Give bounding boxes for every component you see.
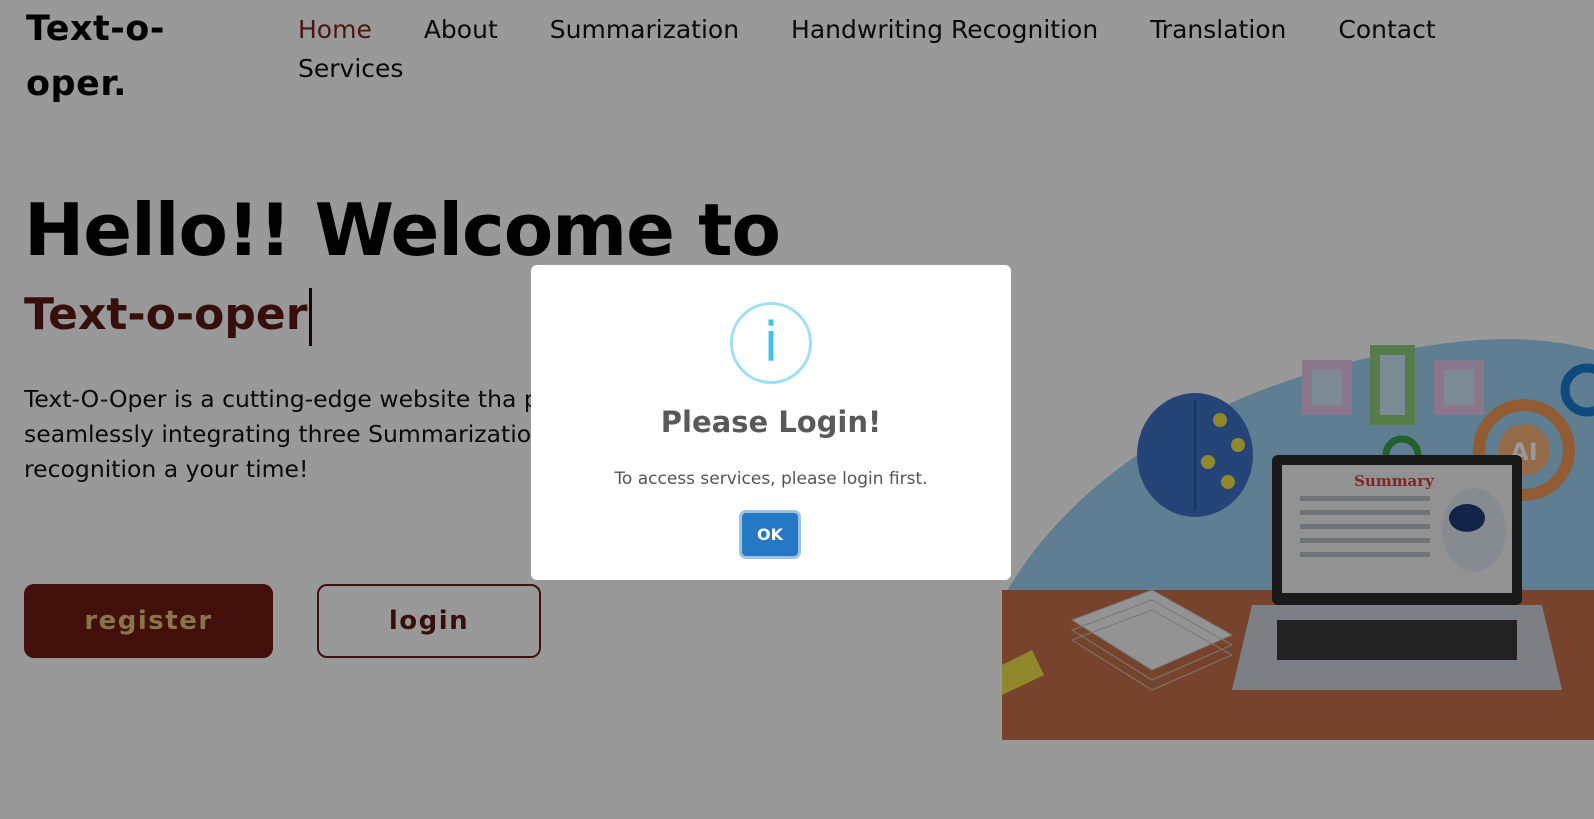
- dialog-message: To access services, please login first.: [614, 469, 928, 489]
- ok-button[interactable]: OK: [742, 513, 798, 556]
- info-icon: i: [730, 302, 812, 384]
- page: Text-o-oper. Home About Summarization Handw…: [0, 0, 1594, 819]
- dialog-title: Please Login!: [660, 405, 882, 439]
- login-required-dialog: i Please Login! To access services, plea…: [531, 265, 1011, 580]
